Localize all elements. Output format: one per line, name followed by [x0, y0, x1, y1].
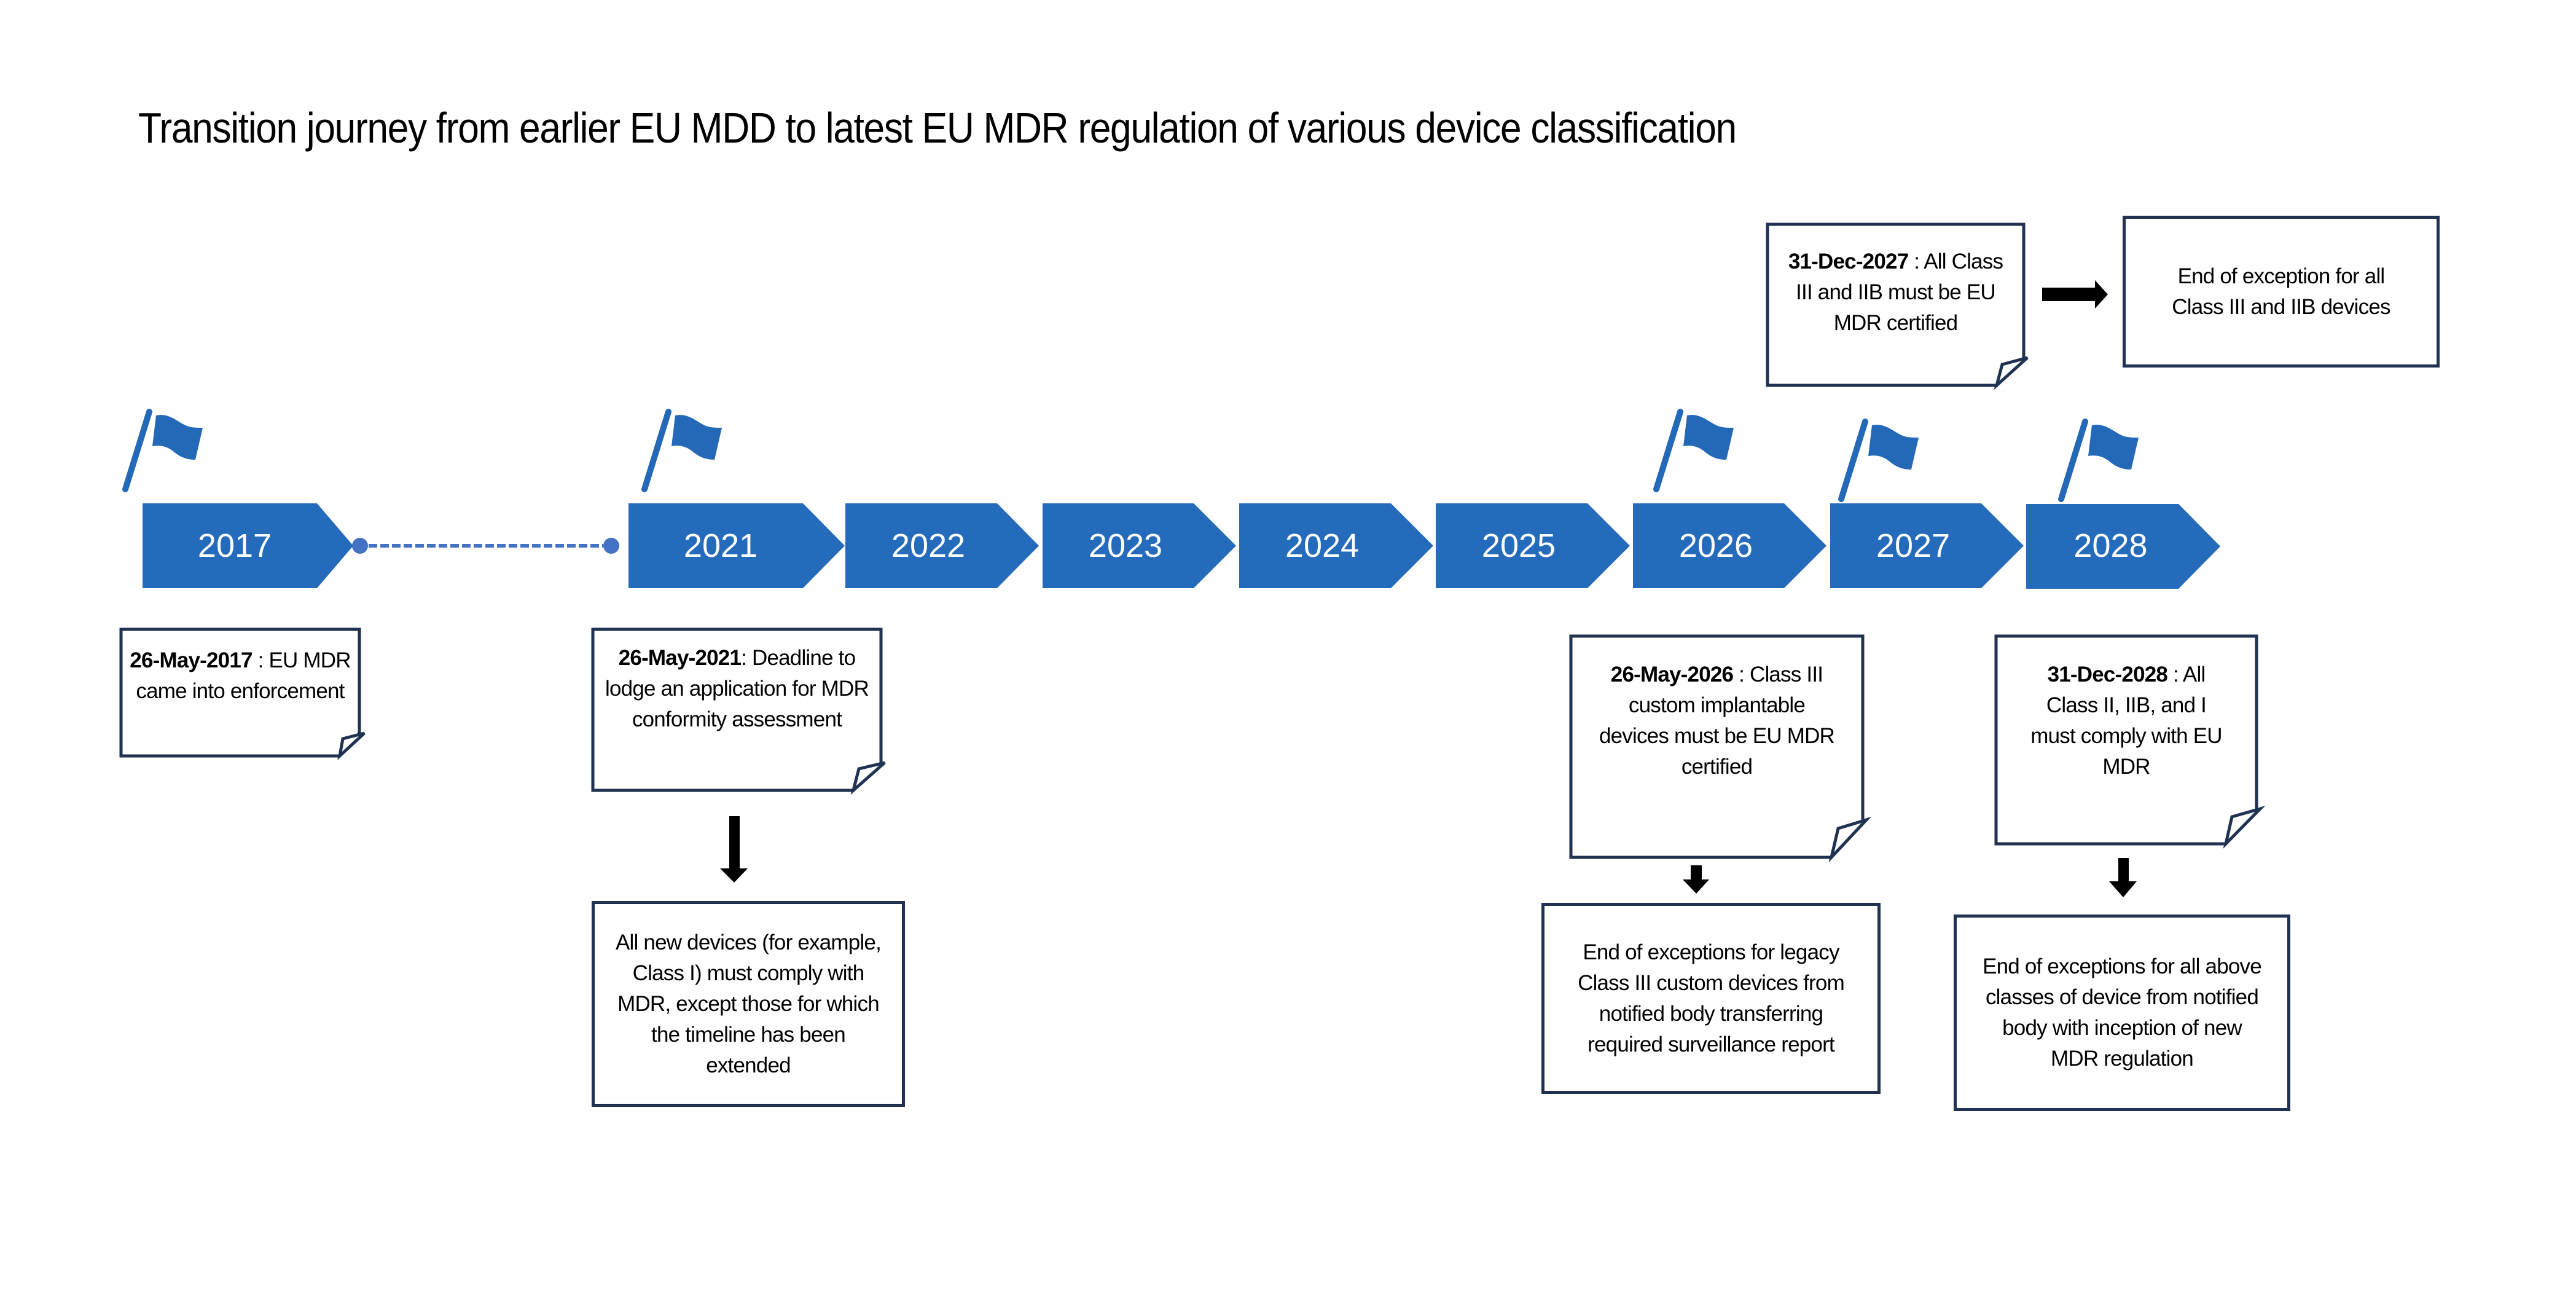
milestone-note-2021: 26-May-2021: Deadline to lodge an applic…	[593, 629, 881, 790]
flag-icon-2026	[1653, 409, 1734, 492]
arrow-down-icon-2021	[720, 816, 748, 883]
outcome-text: End of exceptions for legacy Class III c…	[1578, 940, 1845, 1056]
milestone-date: 26-May-2017	[130, 648, 253, 672]
milestone-date: 26-May-2026	[1610, 663, 1734, 686]
year-label-2021: 2021	[683, 527, 758, 564]
separator: :	[2167, 663, 2183, 686]
year-label-2026: 2026	[1678, 527, 1753, 564]
milestone-date: 31-Dec-2028	[2047, 663, 2168, 686]
flag-icon-2021	[641, 409, 722, 492]
outcome-text: All new devices (for example, Class I) m…	[616, 930, 882, 1077]
outcome-box-2028: End of exceptions for all above classes …	[1954, 914, 2290, 1111]
flag-icon-2017	[122, 409, 203, 492]
year-label-2023: 2023	[1088, 527, 1163, 564]
arrow-right-icon-2027	[2042, 280, 2108, 309]
milestone-note-2027: 31-Dec-2027 : All Class III and IIB must…	[1768, 224, 2024, 385]
separator: :	[1733, 663, 1750, 686]
arrow-down-icon-2028	[2109, 858, 2137, 897]
separator: :	[1908, 250, 1924, 273]
connector-dot-start	[352, 538, 368, 554]
milestone-date: 31-Dec-2027	[1788, 250, 1909, 273]
year-label-2025: 2025	[1481, 527, 1556, 564]
flag-icon-2028	[2058, 419, 2139, 502]
flag-icon-2027	[1838, 419, 1919, 502]
outcome-box-2021: All new devices (for example, Class I) m…	[592, 901, 905, 1107]
outcome-box-2027: End of exception for all Class III and I…	[2123, 216, 2440, 368]
milestone-date: 26-May-2021	[618, 646, 742, 670]
milestone-note-2017: 26-May-2017 : EU MDR came into enforceme…	[121, 629, 359, 756]
year-label-2017: 2017	[197, 527, 272, 564]
year-label-2028: 2028	[2073, 527, 2148, 564]
year-label-2024: 2024	[1285, 527, 1360, 564]
arrow-down-icon-2026	[1683, 865, 1709, 894]
separator: :	[741, 646, 752, 670]
milestone-note-2026: 26-May-2026 : Class III custom implantab…	[1571, 636, 1863, 857]
outcome-text: End of exception for all Class III and I…	[2172, 264, 2390, 319]
separator: :	[252, 648, 269, 672]
year-label-2022: 2022	[891, 527, 966, 564]
outcome-box-2026: End of exceptions for legacy Class III c…	[1541, 903, 1881, 1094]
outcome-text: End of exceptions for all above classes …	[1983, 954, 2262, 1071]
milestone-note-2028: 31-Dec-2028 : All Class II, IIB, and I m…	[1996, 636, 2257, 844]
connector-dot-end	[603, 538, 619, 554]
year-label-2027: 2027	[1876, 527, 1951, 564]
timeline-diagram: Transition journey from earlier EU MDD t…	[0, 0, 2576, 1298]
